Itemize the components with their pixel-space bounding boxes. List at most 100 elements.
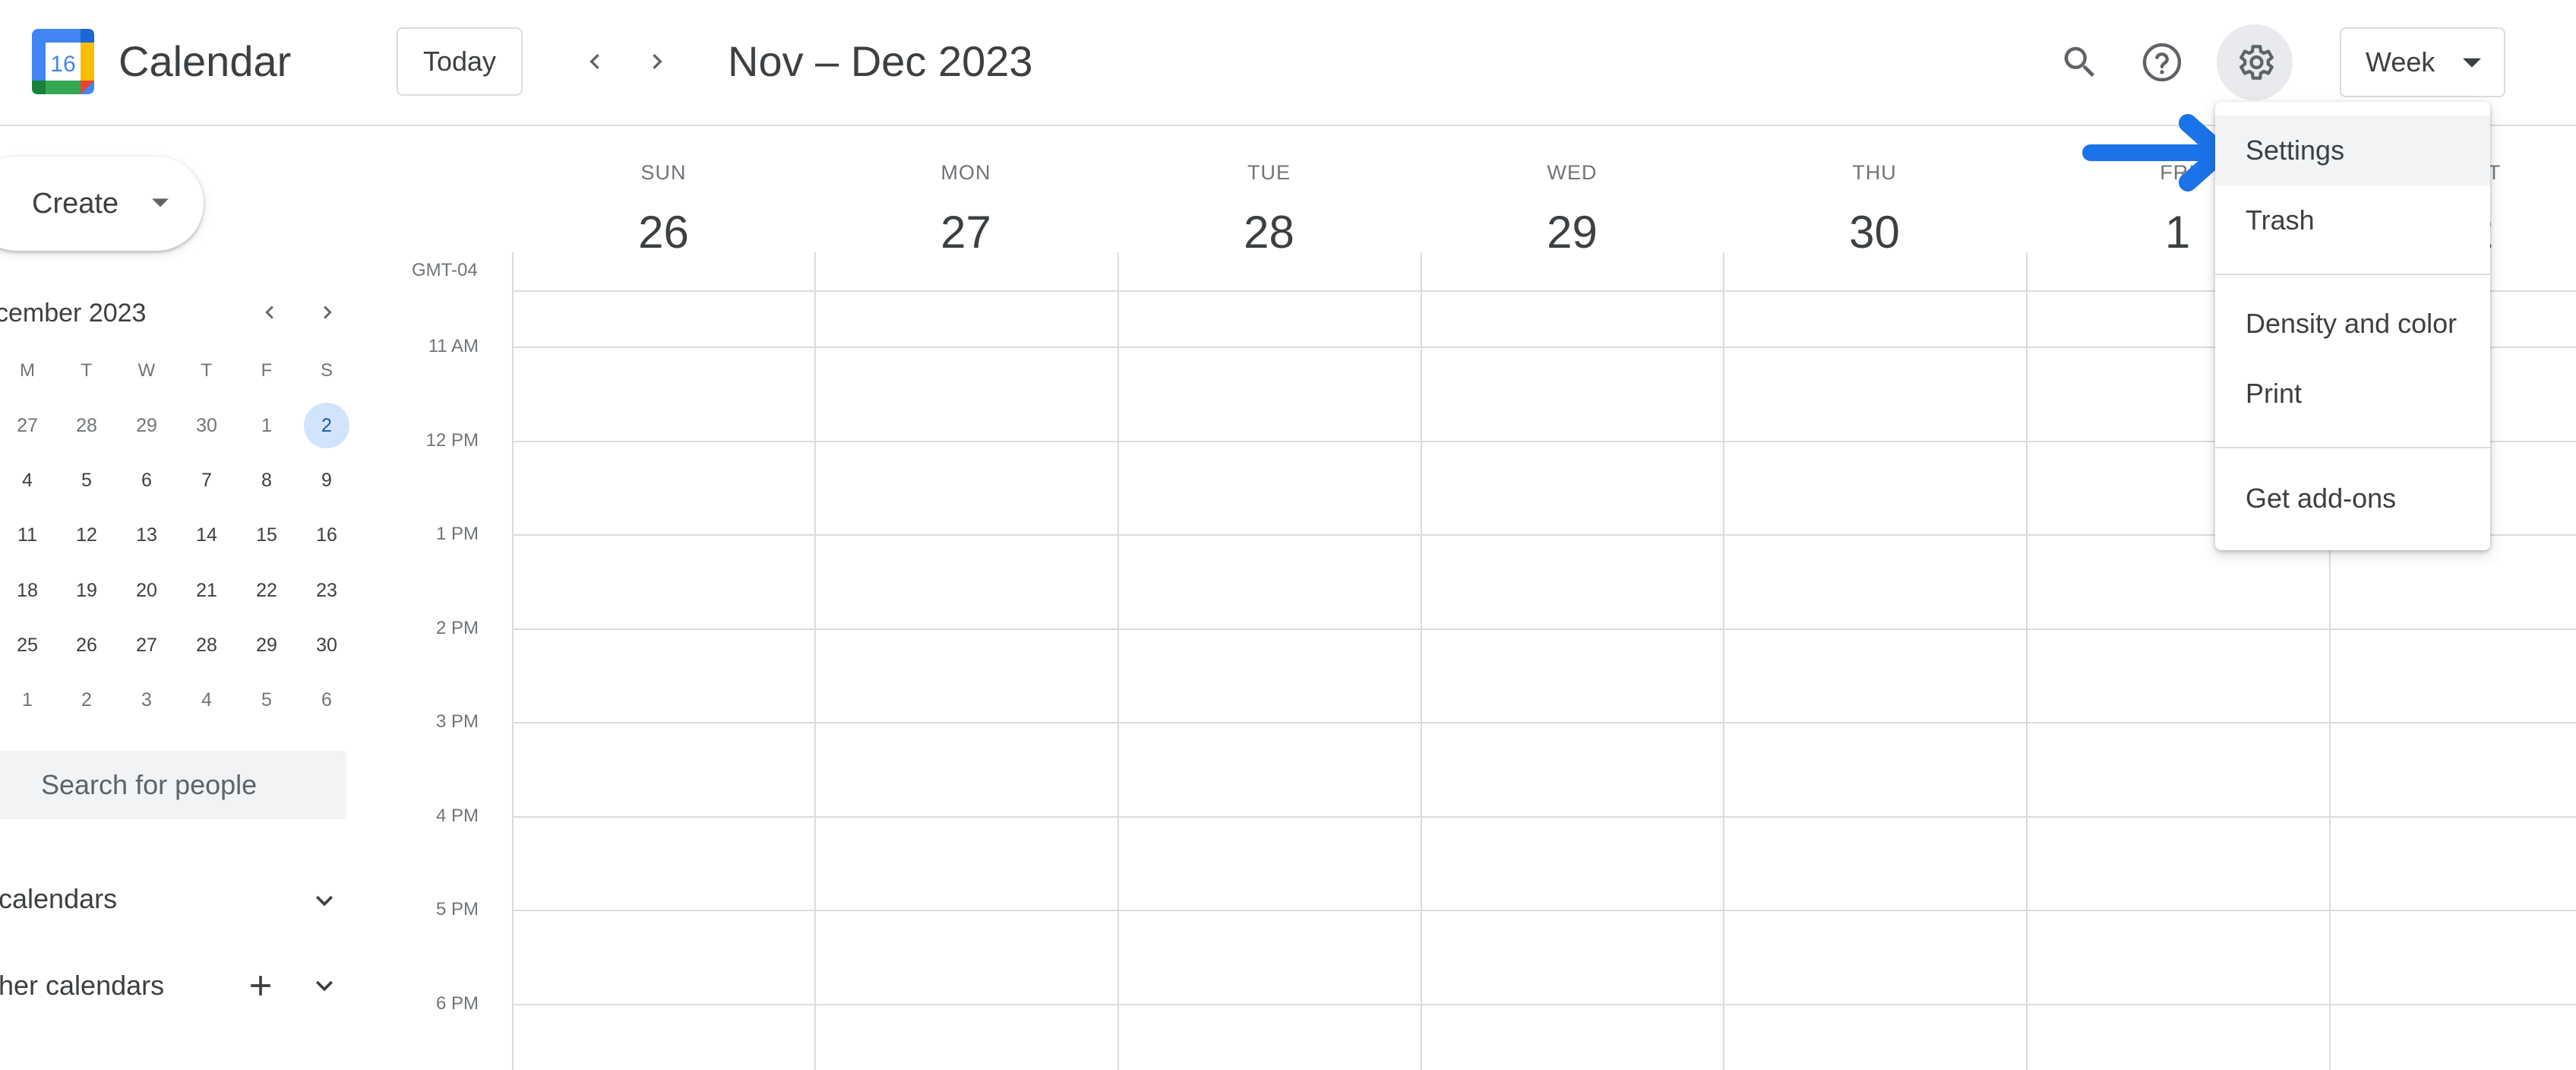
hour-label: 4 PM [435, 805, 479, 826]
my-calendars-label[interactable]: calendars [0, 882, 117, 916]
mini-calendar-day[interactable]: 15 [244, 512, 289, 558]
hour-gridline [512, 628, 2576, 630]
menu-divider [2215, 447, 2490, 448]
mini-calendar-day[interactable]: 27 [5, 403, 50, 448]
mini-calendar-day[interactable]: 1 [244, 403, 289, 448]
day-column-divider [1117, 252, 1119, 1070]
mini-calendar-day[interactable]: 20 [124, 568, 169, 613]
menu-item-print[interactable]: Print [2215, 359, 2490, 429]
mini-calendar-day[interactable]: 30 [304, 622, 349, 668]
calendar-logo-icon[interactable]: 16 [32, 29, 94, 94]
day-column-divider [1723, 252, 1724, 1070]
hour-gridline [512, 910, 2576, 911]
next-period-button[interactable] [631, 35, 684, 88]
dropdown-arrow-icon [2463, 58, 2481, 68]
view-switcher-button[interactable]: Week [2340, 27, 2505, 97]
mini-calendar-day[interactable]: 13 [124, 512, 169, 558]
mini-calendar-weekday-header: F [261, 360, 273, 381]
other-calendars-label[interactable]: her calendars [0, 968, 164, 1003]
chevron-down-icon [316, 895, 333, 907]
day-of-week-label: SUN [640, 161, 687, 184]
mini-calendar-day[interactable]: 28 [184, 622, 229, 668]
mini-calendar-weekday-header: W [137, 360, 156, 381]
mini-calendar-day[interactable]: 29 [244, 622, 289, 668]
settings-icon [2239, 45, 2274, 80]
mini-calendar-weekday-header: S [320, 360, 333, 381]
mini-calendar-day[interactable]: 6 [304, 677, 349, 723]
today-button[interactable]: Today [397, 27, 523, 96]
mini-calendar-day[interactable]: 30 [184, 403, 229, 448]
mini-calendar-weekday-header: T [81, 360, 93, 381]
timezone-label: GMT-04 [412, 260, 478, 280]
mini-calendar-day[interactable]: 29 [124, 403, 169, 448]
menu-item-density-and-color[interactable]: Density and color [2215, 289, 2490, 359]
mini-calendar-weekday-header: M [20, 360, 35, 381]
day-column-divider [512, 252, 514, 1070]
mini-calendar-day[interactable]: 27 [124, 622, 169, 668]
previous-period-button[interactable] [568, 35, 621, 88]
menu-item-trash[interactable]: Trash [2215, 185, 2490, 255]
mini-calendar-day[interactable]: 5 [64, 457, 109, 503]
mini-calendar-day[interactable]: 21 [184, 568, 229, 613]
day-column-divider [1421, 252, 1422, 1070]
day-number-button[interactable]: 27 [890, 205, 1042, 260]
hour-label: 5 PM [435, 899, 479, 920]
my-calendars-toggle[interactable] [298, 874, 351, 927]
mini-calendar-weekday-header: T [201, 360, 213, 381]
mini-calendar-day[interactable]: 6 [124, 457, 169, 503]
day-number-button[interactable]: 28 [1193, 205, 1345, 260]
search-icon [2064, 46, 2095, 78]
menu-item-get-add-ons[interactable]: Get add-ons [2215, 464, 2490, 533]
create-button[interactable]: Create [0, 157, 204, 251]
other-calendars-toggle[interactable] [298, 959, 351, 1012]
chevron-left-icon [589, 54, 599, 69]
mini-calendar-day[interactable]: 11 [5, 512, 50, 558]
search-people-field[interactable]: Search for people [0, 751, 346, 819]
top-app-bar: 16 Calendar Today Nov – Dec 2023 Week [0, 0, 2576, 126]
mini-calendar-day[interactable]: 5 [244, 677, 289, 723]
mini-calendar-day[interactable]: 3 [124, 677, 169, 723]
mini-calendar-day[interactable]: 23 [304, 568, 349, 613]
people-icon [0, 769, 8, 799]
app-title: Calendar [119, 37, 292, 85]
mini-calendar-day[interactable]: 12 [64, 512, 109, 558]
mini-calendar-day[interactable]: 26 [64, 622, 109, 668]
mini-calendar-day[interactable]: 8 [244, 457, 289, 503]
mini-calendar-day[interactable]: 19 [64, 568, 109, 613]
logo-day-text: 16 [50, 52, 75, 77]
mini-calendar-day[interactable]: 28 [64, 403, 109, 448]
mini-calendar-day[interactable]: 14 [184, 512, 229, 558]
menu-item-settings[interactable]: Settings [2215, 116, 2490, 185]
hour-label: 6 PM [435, 992, 479, 1014]
mini-calendar-day[interactable]: 18 [5, 568, 50, 613]
mini-calendar-day[interactable]: 22 [244, 568, 289, 613]
date-range-title: Nov – Dec 2023 [728, 37, 1033, 85]
hour-gridline [512, 722, 2576, 723]
mini-calendar-selected-day[interactable]: 2 [304, 403, 349, 448]
create-button-label: Create [32, 187, 119, 220]
day-column-divider [814, 252, 816, 1070]
mini-calendar-day[interactable]: 1 [5, 677, 50, 723]
mini-calendar-prev-button[interactable] [243, 286, 296, 339]
mini-calendar-day[interactable]: 25 [5, 622, 50, 668]
mini-calendar-day[interactable]: 4 [184, 677, 229, 723]
mini-calendar-day[interactable]: 2 [64, 677, 109, 723]
hour-label: 1 PM [435, 524, 479, 544]
day-number-button[interactable]: 26 [588, 205, 740, 260]
day-number-button[interactable]: 29 [1497, 205, 1648, 260]
settings-menu: Settings Trash Density and color Print G… [2215, 102, 2490, 550]
settings-button[interactable] [2217, 24, 2293, 100]
mini-calendar-next-button[interactable] [301, 286, 354, 339]
support-button[interactable] [2127, 27, 2197, 97]
view-switcher-label: Week [2366, 46, 2435, 78]
dropdown-arrow-icon [152, 198, 169, 207]
pointer-arrow-icon [2082, 114, 2230, 192]
mini-calendar-day[interactable]: 16 [304, 512, 349, 558]
menu-divider [2215, 274, 2490, 275]
mini-calendar-day[interactable]: 7 [184, 457, 229, 503]
search-button[interactable] [2045, 27, 2115, 97]
add-other-calendars-button[interactable] [234, 959, 287, 1012]
mini-calendar-day[interactable]: 9 [304, 457, 349, 503]
mini-calendar-day[interactable]: 4 [5, 457, 50, 503]
day-number-button[interactable]: 30 [1799, 205, 1951, 260]
